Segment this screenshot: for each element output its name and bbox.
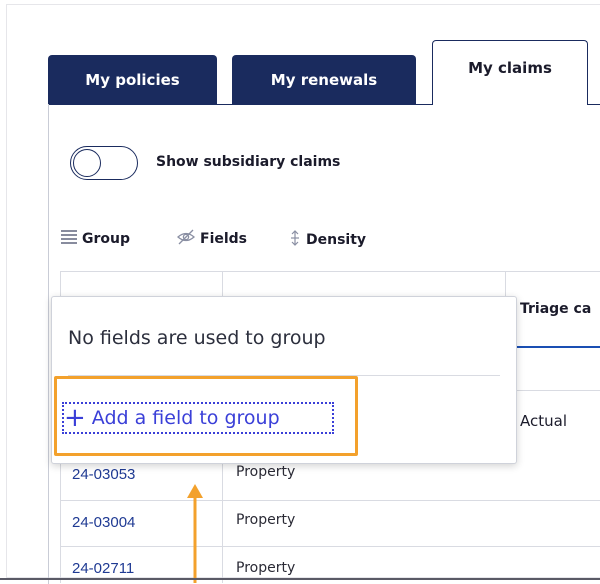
- claim-id-link[interactable]: 24-02711: [72, 560, 134, 577]
- group-button[interactable]: Group: [60, 229, 130, 249]
- tab-my-claims[interactable]: My claims: [432, 40, 588, 105]
- tab-label: My claims: [468, 59, 552, 77]
- toggle-label: Show subsidiary claims: [156, 154, 341, 170]
- group-label: Group: [82, 231, 131, 247]
- list-lines-icon: [60, 229, 78, 249]
- toggle-knob: [73, 149, 101, 177]
- table-cell: Actual: [520, 412, 567, 430]
- claim-type: Property: [236, 512, 296, 528]
- claim-type: Property: [236, 560, 296, 576]
- row-divider: [60, 500, 600, 501]
- density-label: Density: [306, 232, 367, 248]
- claim-type: Property: [236, 464, 296, 480]
- tab-label: My policies: [85, 70, 180, 89]
- density-button[interactable]: Density: [288, 229, 366, 251]
- column-header-triage[interactable]: Triage ca: [520, 301, 591, 317]
- bottom-edge: [0, 578, 600, 580]
- eye-slash-icon: [176, 229, 196, 249]
- claim-id-link[interactable]: 24-03053: [72, 466, 135, 483]
- fields-label: Fields: [200, 231, 248, 247]
- tab-label: My renewals: [270, 70, 378, 89]
- table-top-border: [60, 271, 600, 272]
- row-divider: [505, 390, 600, 391]
- no-group-fields-message: No fields are used to group: [68, 327, 326, 349]
- header-active-underline: [505, 346, 600, 348]
- annotation-highlight-box: [54, 376, 358, 456]
- claim-id-link[interactable]: 24-03004: [72, 514, 135, 531]
- fields-button[interactable]: Fields: [176, 229, 247, 249]
- tab-my-policies[interactable]: My policies: [48, 55, 217, 104]
- subsidiary-claims-toggle[interactable]: [70, 146, 138, 180]
- row-divider: [60, 546, 600, 547]
- tab-my-renewals[interactable]: My renewals: [232, 55, 416, 104]
- updown-arrows-icon: [288, 229, 302, 251]
